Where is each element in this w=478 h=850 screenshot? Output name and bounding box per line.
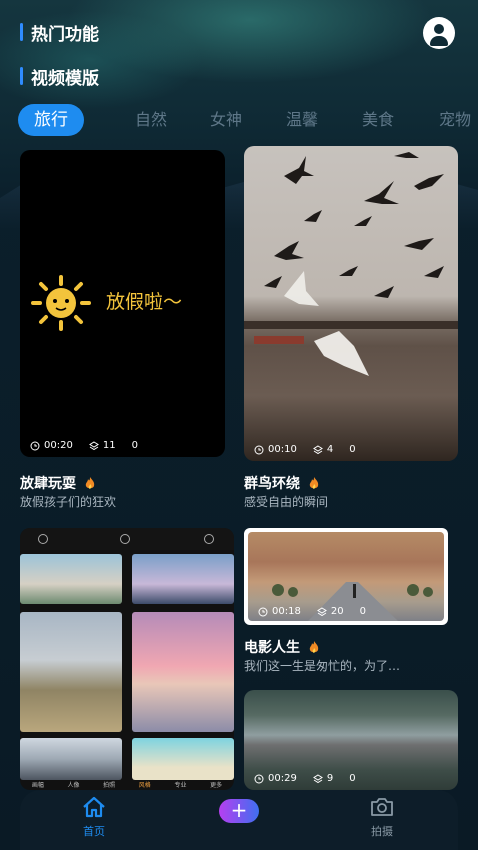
card-meta: 00:10 4 0: [254, 444, 356, 455]
photo-thumb: [20, 738, 122, 780]
card-title-text: 放肆玩耍: [20, 476, 76, 492]
phone-label: 更多: [210, 782, 223, 789]
card-title: 电影人生: [244, 637, 320, 657]
nav-home-label: 首页: [83, 825, 105, 838]
video-templates-title: 视频模版: [20, 65, 99, 89]
clock-icon: [254, 445, 264, 454]
fire-icon: [85, 477, 95, 489]
layer-count: 11: [102, 440, 116, 451]
layers-icon: [312, 444, 323, 454]
photo-thumb: [132, 738, 234, 780]
clock-icon: [30, 441, 40, 450]
nav-home[interactable]: 首页: [72, 796, 116, 839]
camera-icon: [371, 798, 393, 816]
duration: 00:20: [44, 440, 73, 451]
use-count: 0: [349, 773, 356, 784]
photo-thumb: [20, 612, 122, 732]
nav-shoot-label: 拍摄: [371, 825, 393, 838]
birds-photo: [244, 152, 458, 376]
phone-top-bar: [20, 528, 234, 550]
hot-features-label: 热门功能: [31, 24, 99, 45]
layer-count: 20: [330, 606, 344, 617]
phone-label: 专业: [174, 782, 187, 789]
nav-shoot[interactable]: 拍摄: [360, 796, 404, 839]
title-accent-bar: [20, 23, 23, 41]
tab-goddess[interactable]: 女神: [210, 104, 242, 136]
clock-icon: [258, 607, 268, 616]
use-count: 0: [349, 444, 356, 455]
use-count: 0: [359, 606, 366, 617]
tab-travel[interactable]: 旅行: [18, 104, 84, 136]
sun-icon: [31, 275, 91, 331]
tab-food[interactable]: 美食: [362, 104, 394, 136]
layers-icon: [316, 606, 327, 616]
layer-count: 9: [326, 773, 334, 784]
phone-label: 风格: [138, 782, 151, 789]
photo-thumb: [132, 612, 234, 732]
use-count: 0: [131, 440, 138, 451]
phone-label: 画幅: [31, 782, 44, 789]
card-subtitle: 我们这一生是匆忙的，为了…: [244, 659, 401, 673]
template-card-birds[interactable]: 00:10 4 0: [244, 146, 458, 461]
home-icon: [83, 796, 105, 818]
template-card-movie-life[interactable]: 00:18 20 0: [244, 528, 448, 625]
photo-thumb: [132, 554, 234, 604]
phone-label: 人像: [67, 782, 80, 789]
category-tabs: 旅行 自然 女神 温馨 美食 宠物: [18, 104, 478, 138]
duration: 00:29: [268, 773, 297, 784]
create-plus-button[interactable]: +: [219, 799, 259, 823]
title-accent-bar: [20, 67, 23, 85]
layer-count: 4: [326, 444, 334, 455]
tab-nature[interactable]: 自然: [135, 104, 167, 136]
fire-icon: [309, 477, 319, 489]
card-title-text: 电影人生: [244, 640, 300, 656]
card-meta: 00:29 9 0: [254, 773, 356, 784]
bottom-nav: 首页 + 拍摄: [20, 790, 458, 850]
fire-icon: [309, 641, 319, 653]
card-subtitle: 感受自由的瞬间: [244, 495, 329, 509]
card-title-text: 群鸟环绕: [244, 476, 300, 492]
card-title: 放肆玩耍: [20, 473, 96, 493]
user-avatar-icon[interactable]: [423, 17, 455, 49]
photo-thumb: [20, 554, 122, 604]
tab-warm[interactable]: 温馨: [286, 104, 318, 136]
template-card-play[interactable]: 放假啦～ 00:20 11 0: [20, 150, 225, 457]
phone-label: 拍照: [103, 782, 116, 789]
layers-icon: [312, 773, 323, 783]
card-title: 群鸟环绕: [244, 473, 320, 493]
duration: 00:10: [268, 444, 297, 455]
phone-bottom-labels: 画幅 人像 拍照 风格 专业 更多: [20, 780, 234, 790]
hot-features-title: 热门功能: [20, 21, 99, 45]
template-card-gallery[interactable]: 画幅 人像 拍照 风格 专业 更多: [20, 528, 234, 790]
template-card-landscape[interactable]: 00:29 9 0: [244, 690, 458, 790]
overlay-text: 放假啦～: [106, 291, 183, 313]
duration: 00:18: [272, 606, 301, 617]
video-templates-label: 视频模版: [31, 68, 99, 89]
clock-icon: [254, 774, 264, 783]
tab-pets[interactable]: 宠物: [439, 104, 471, 136]
card-meta: 00:20 11 0: [30, 440, 138, 451]
card-subtitle: 放假孩子们的狂欢: [20, 495, 117, 509]
layers-icon: [88, 440, 99, 450]
card-meta: 00:18 20 0: [258, 606, 366, 617]
